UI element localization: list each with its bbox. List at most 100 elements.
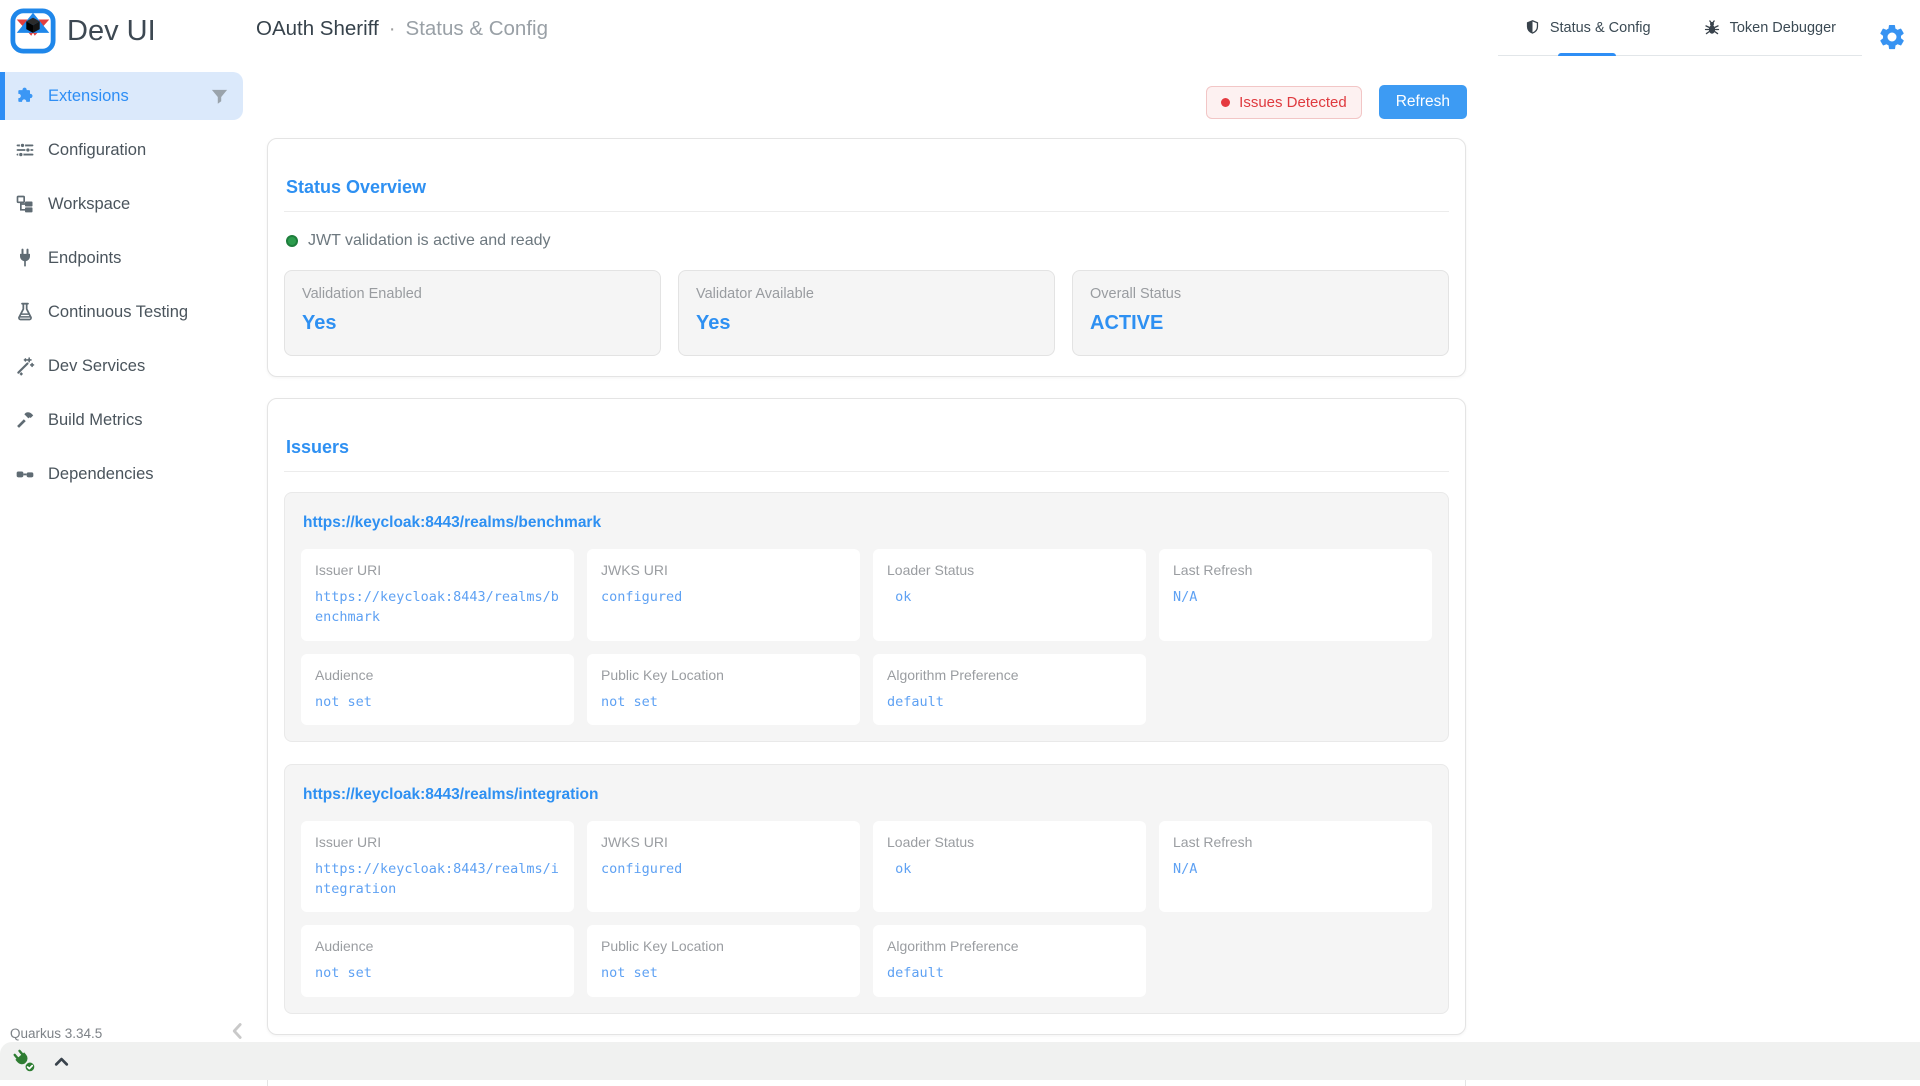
sidebar-item-build-metrics[interactable]: Build Metrics <box>0 396 245 444</box>
stat-value: Yes <box>302 312 643 335</box>
field-value: not set <box>315 692 560 712</box>
field-value: https://keycloak:8443/realms/integration <box>315 859 560 900</box>
stat-overall-status: Overall Status ACTIVE <box>1072 270 1449 356</box>
refresh-button[interactable]: Refresh <box>1379 85 1467 119</box>
sidebar-item-workspace[interactable]: Workspace <box>0 180 245 228</box>
issuer-title: https://keycloak:8443/realms/integration <box>303 786 1430 804</box>
field-issuer-uri: Issuer URI https://keycloak:8443/realms/… <box>301 549 574 641</box>
sidebar: Extensions Configuration <box>0 66 245 1042</box>
stat-validator-available: Validator Available Yes <box>678 270 1055 356</box>
issuers-card: Issuers https://keycloak:8443/realms/ben… <box>267 398 1466 1035</box>
stat-label: Validation Enabled <box>302 286 643 302</box>
page-title: Status & Config <box>406 17 548 41</box>
stat-value: Yes <box>696 312 1037 335</box>
field-label: Loader Status <box>887 834 1132 850</box>
field-public-key-location: Public Key Location not set <box>587 925 860 996</box>
sidebar-item-label: Dev Services <box>48 357 145 376</box>
issues-dot-icon <box>1221 98 1230 107</box>
issuer-title: https://keycloak:8443/realms/benchmark <box>303 514 1430 532</box>
issues-badge-label: Issues Detected <box>1239 94 1347 111</box>
power-check-icon[interactable] <box>12 1049 37 1074</box>
tab-status-config[interactable]: Status & Config <box>1498 0 1677 55</box>
field-last-refresh: Last Refresh N/A <box>1159 821 1432 913</box>
field-label: Issuer URI <box>315 562 560 578</box>
sliders-icon <box>15 140 35 160</box>
extension-name: OAuth Sheriff <box>256 17 379 41</box>
card-title: Status Overview <box>286 177 1447 198</box>
sidebar-item-extensions[interactable]: Extensions <box>0 72 243 120</box>
main-column: Status Overview JWT validation is active… <box>267 138 1466 1086</box>
tab-label: Token Debugger <box>1730 20 1836 36</box>
issuer-benchmark: https://keycloak:8443/realms/benchmark I… <box>284 492 1449 742</box>
chevron-up-icon[interactable] <box>50 1050 73 1073</box>
main-content: Issues Detected Refresh Status Overview … <box>245 58 1920 1080</box>
issues-badge: Issues Detected <box>1206 86 1362 119</box>
puzzle-icon <box>15 86 35 106</box>
sidebar-item-endpoints[interactable]: Endpoints <box>0 234 245 282</box>
page-tabs: Status & Config Token Debugger <box>1498 0 1862 56</box>
field-audience: Audience not set <box>301 925 574 996</box>
quarkus-version: Quarkus 3.34.5 <box>10 1026 102 1041</box>
field-value: configured <box>601 587 846 607</box>
field-label: Public Key Location <box>601 938 846 954</box>
field-value: https://keycloak:8443/realms/benchmark <box>315 587 560 628</box>
card-title: Issuers <box>286 437 1447 458</box>
field-algorithm-preference: Algorithm Preference default <box>873 654 1146 725</box>
stat-value: ACTIVE <box>1090 312 1431 335</box>
sidebar-item-label: Endpoints <box>48 249 121 268</box>
sidebar-item-continuous-testing[interactable]: Continuous Testing <box>0 288 245 336</box>
field-label: Audience <box>315 938 560 954</box>
field-value: not set <box>601 692 846 712</box>
issuer-fields: Issuer URI https://keycloak:8443/realms/… <box>301 549 1432 725</box>
field-loader-status: Loader Status ok <box>873 549 1146 641</box>
bug-icon <box>1703 19 1721 37</box>
filter-icon[interactable] <box>210 87 229 106</box>
divider <box>284 211 1449 212</box>
gear-icon[interactable] <box>1877 22 1907 52</box>
field-algorithm-preference: Algorithm Preference default <box>873 925 1146 996</box>
flask-icon <box>15 302 35 322</box>
status-message: JWT validation is active and ready <box>308 232 550 250</box>
field-last-refresh: Last Refresh N/A <box>1159 549 1432 641</box>
shield-icon <box>1524 19 1541 36</box>
field-label: JWKS URI <box>601 834 846 850</box>
field-value: configured <box>601 859 846 879</box>
tab-token-debugger[interactable]: Token Debugger <box>1677 0 1862 55</box>
sidebar-item-dependencies[interactable]: Dependencies <box>0 450 245 498</box>
field-label: Algorithm Preference <box>887 938 1132 954</box>
sidebar-item-dev-services[interactable]: Dev Services <box>0 342 245 390</box>
field-label: Public Key Location <box>601 667 846 683</box>
breadcrumb-separator: · <box>389 17 396 41</box>
status-overview-card: Status Overview JWT validation is active… <box>267 138 1466 377</box>
field-jwks-uri: JWKS URI configured <box>587 549 860 641</box>
stat-validation-enabled: Validation Enabled Yes <box>284 270 661 356</box>
field-value: ok <box>887 587 1132 607</box>
brand: Dev UI <box>10 8 156 54</box>
divider <box>284 471 1449 472</box>
field-value: default <box>887 692 1132 712</box>
graph-icon <box>15 464 35 484</box>
field-value: not set <box>601 963 846 983</box>
stat-label: Validator Available <box>696 286 1037 302</box>
sidebar-item-label: Build Metrics <box>48 411 142 430</box>
field-public-key-location: Public Key Location not set <box>587 654 860 725</box>
toolbar: Issues Detected Refresh <box>1206 85 1467 119</box>
field-loader-status: Loader Status ok <box>873 821 1146 913</box>
field-label: Issuer URI <box>315 834 560 850</box>
sidebar-item-label: Extensions <box>48 87 129 106</box>
sidebar-item-label: Continuous Testing <box>48 303 188 322</box>
status-line: JWT validation is active and ready <box>286 232 1447 250</box>
wand-icon <box>15 356 35 376</box>
top-bar: Dev UI OAuth Sheriff · Status & Config S… <box>0 0 1920 64</box>
breadcrumb: OAuth Sheriff · Status & Config <box>256 0 548 58</box>
stat-label: Overall Status <box>1090 286 1431 302</box>
field-value: N/A <box>1173 859 1418 879</box>
sidebar-item-configuration[interactable]: Configuration <box>0 126 245 174</box>
field-value: default <box>887 963 1132 983</box>
tab-label: Status & Config <box>1550 20 1651 36</box>
field-label: JWKS URI <box>601 562 846 578</box>
field-jwks-uri: JWKS URI configured <box>587 821 860 913</box>
hammer-icon <box>15 410 35 430</box>
field-label: Last Refresh <box>1173 562 1418 578</box>
issuer-fields: Issuer URI https://keycloak:8443/realms/… <box>301 821 1432 997</box>
